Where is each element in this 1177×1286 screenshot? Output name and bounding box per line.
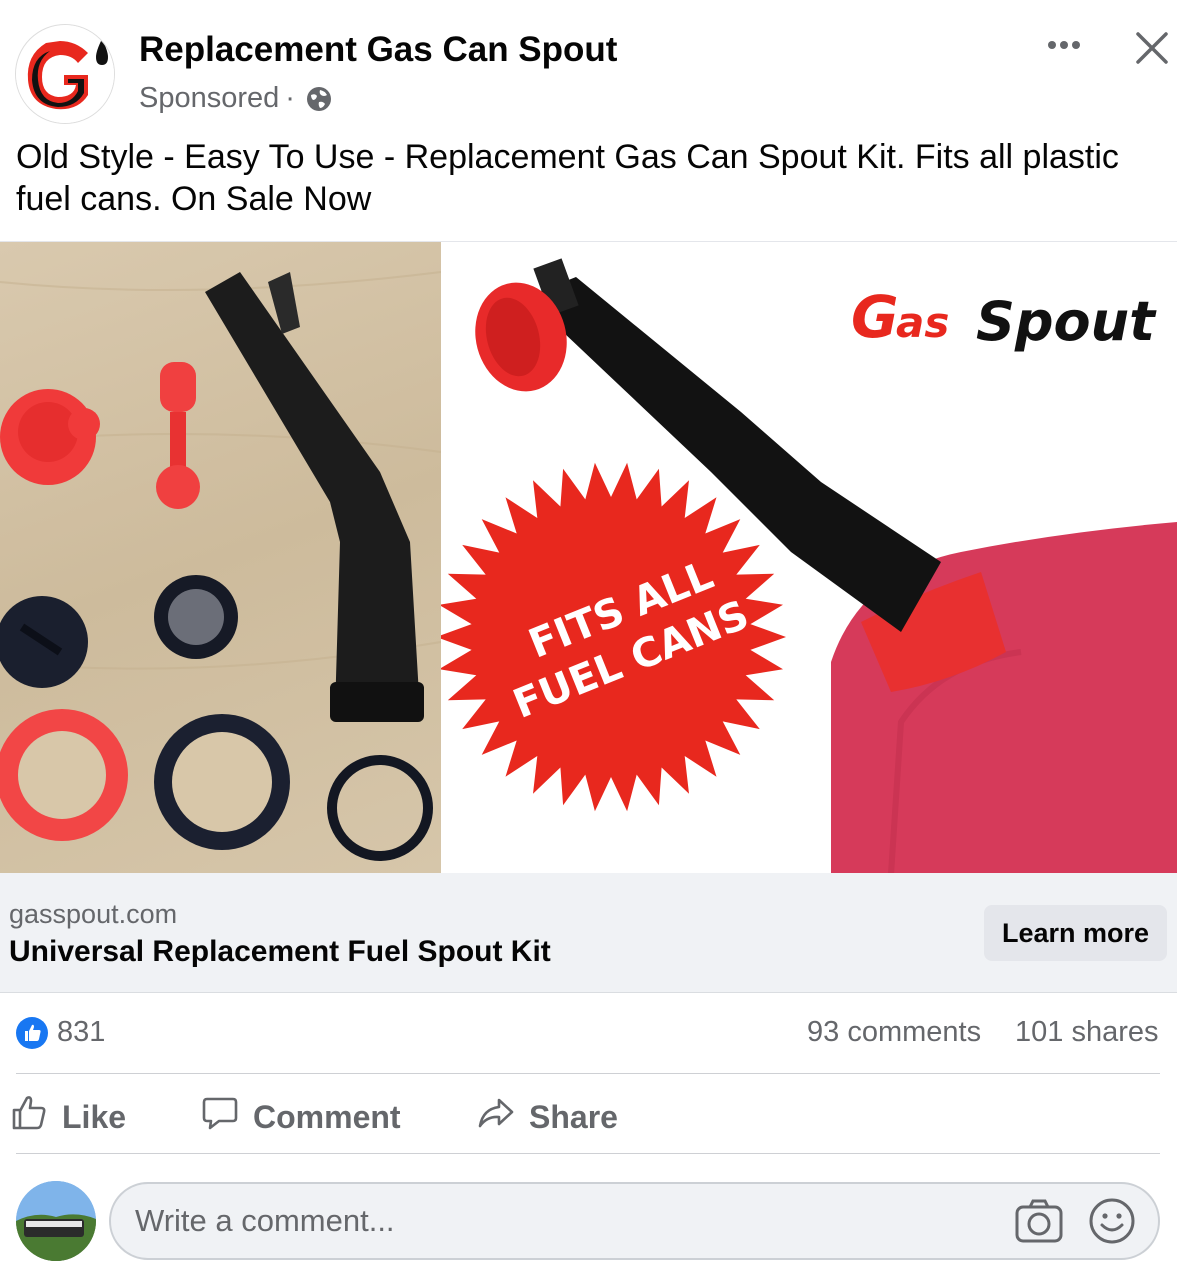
link-domain: gasspout.com <box>9 899 178 929</box>
avatar[interactable] <box>16 1181 96 1261</box>
like-button[interactable]: Like <box>10 1092 126 1142</box>
kit-parts-photo <box>0 242 441 874</box>
like-reaction-icon[interactable] <box>16 1017 48 1049</box>
thumb-up-icon <box>10 1094 48 1140</box>
comment-input[interactable]: Write a comment... <box>109 1182 1160 1260</box>
sponsored-label[interactable]: Sponsored <box>139 82 279 115</box>
reaction-stats: 831 93 comments 101 shares <box>0 1003 1177 1063</box>
comment-bubble-icon <box>201 1094 239 1140</box>
share-arrow-icon <box>477 1094 515 1140</box>
learn-more-button[interactable]: Learn more <box>984 905 1167 961</box>
svg-text:G: G <box>851 283 899 351</box>
divider <box>16 1153 1160 1154</box>
page-name[interactable]: Replacement Gas Can Spout <box>139 30 617 70</box>
separator-dot: · <box>285 82 295 114</box>
shares-count[interactable]: 101 shares <box>1015 1016 1159 1049</box>
action-bar: Like Comment Share <box>0 1082 1177 1152</box>
post-header: Replacement Gas Can Spout Sponsored · <box>0 0 1177 130</box>
globe-icon <box>305 85 333 113</box>
sponsored-row: Sponsored · <box>139 82 333 115</box>
share-button[interactable]: Share <box>477 1092 618 1142</box>
page-avatar[interactable] <box>15 24 115 124</box>
divider <box>16 1073 1160 1074</box>
ad-creative[interactable]: G as Spout .COM FITS ALL FUEL CANS <box>0 241 1177 874</box>
spout-on-can-photo: G as Spout .COM FITS ALL FUEL CANS <box>441 242 1177 874</box>
link-preview[interactable]: gasspout.com Universal Replacement Fuel … <box>0 873 1177 993</box>
comment-button[interactable]: Comment <box>201 1092 401 1142</box>
comment-label: Comment <box>253 1098 401 1135</box>
comments-count[interactable]: 93 comments <box>807 1016 981 1049</box>
svg-text:Spout: Spout <box>976 290 1157 353</box>
smiley-icon[interactable] <box>1088 1197 1136 1245</box>
link-title[interactable]: Universal Replacement Fuel Spout Kit <box>9 935 551 969</box>
share-label: Share <box>529 1098 618 1135</box>
camera-icon[interactable] <box>1014 1197 1064 1245</box>
close-icon[interactable] <box>1130 26 1174 70</box>
post-body-text: Old Style - Easy To Use - Replacement Ga… <box>16 138 1119 218</box>
like-label: Like <box>62 1098 127 1135</box>
like-count[interactable]: 831 <box>57 1016 105 1049</box>
svg-text:as: as <box>896 298 949 347</box>
comment-composer: Write a comment... <box>0 1172 1177 1272</box>
more-options-icon[interactable] <box>1040 28 1088 62</box>
